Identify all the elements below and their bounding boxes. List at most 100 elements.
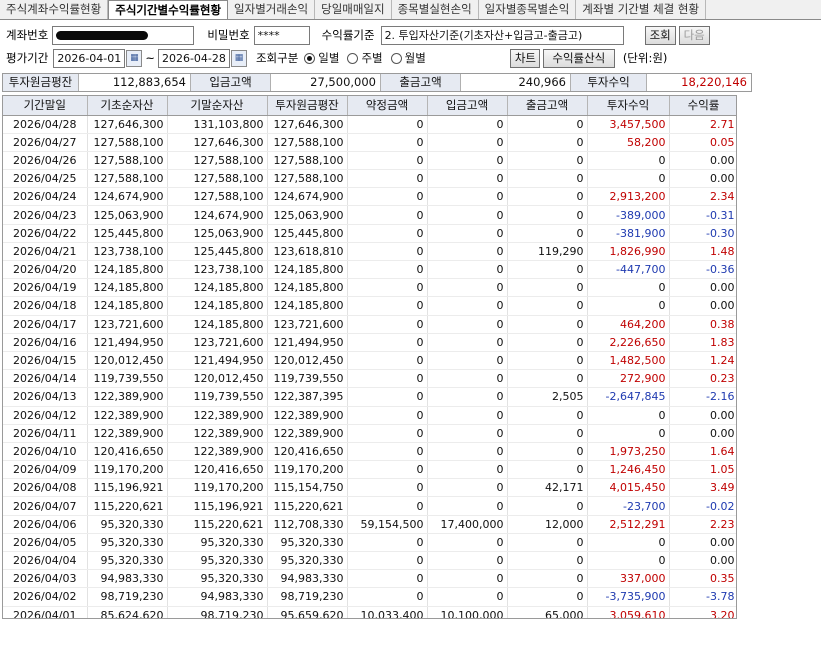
- table-cell: 119,739,550: [87, 369, 168, 389]
- table-cell: -381,900: [587, 224, 670, 243]
- table-cell: 0: [427, 569, 508, 589]
- table-cell: 0.00: [669, 424, 736, 443]
- next-button[interactable]: 다음: [678, 25, 710, 45]
- table-row[interactable]: 2026/04/09 119,170,200 120,416,650 119,170,…: [3, 460, 736, 480]
- column-header[interactable]: 입금고액: [427, 96, 508, 116]
- calendar-icon[interactable]: ▦: [230, 49, 247, 67]
- table-row[interactable]: 2026/04/12 122,389,900 122,389,900 122,389,…: [3, 406, 736, 425]
- table-row[interactable]: 2026/04/23 125,063,900 124,674,900 125,063,…: [3, 205, 736, 225]
- tab-1[interactable]: 주식기간별수익률현황: [108, 0, 229, 19]
- column-header[interactable]: 약정금액: [347, 96, 428, 116]
- table-cell: 2026/04/07: [3, 496, 88, 516]
- table-cell: 127,588,100: [167, 151, 268, 171]
- radio-monthly-label: 월별: [404, 51, 426, 65]
- table-cell: 0: [507, 187, 588, 207]
- table-cell: 2026/04/25: [3, 169, 88, 189]
- table-row[interactable]: 2026/04/27 127,588,100 127,646,300 127,588,…: [3, 133, 736, 152]
- table-cell: -2.16: [669, 387, 736, 407]
- table-row[interactable]: 2026/04/18 124,185,800 124,185,800 124,185,…: [3, 296, 736, 316]
- column-header[interactable]: 수익률: [669, 96, 736, 116]
- table-cell: 122,389,900: [267, 424, 348, 443]
- table-cell: 0: [507, 333, 588, 352]
- table-row[interactable]: 2026/04/05 95,320,330 95,320,330 95,320,330…: [3, 533, 736, 553]
- table-cell: 95,320,330: [267, 551, 348, 571]
- chart-button[interactable]: 차트: [509, 48, 540, 68]
- table-cell: 0: [347, 205, 428, 225]
- table-cell: 0: [507, 496, 588, 516]
- table-row[interactable]: 2026/04/13 122,389,900 119,739,550 122,387,…: [3, 387, 736, 407]
- table-cell: 0: [507, 406, 588, 425]
- table-cell: 0: [427, 205, 508, 225]
- table-cell: 120,012,450: [267, 351, 348, 371]
- table-cell: 2026/04/15: [3, 351, 88, 371]
- account-number-field[interactable]: [52, 25, 195, 45]
- table-cell: 121,494,950: [267, 333, 348, 352]
- table-cell: 2026/04/09: [3, 460, 88, 480]
- column-header[interactable]: 투자수익: [587, 96, 670, 116]
- table-row[interactable]: 2026/04/17 123,721,600 124,185,800 123,721,…: [3, 315, 736, 334]
- column-header[interactable]: 투자원금평잔: [267, 96, 348, 116]
- column-header[interactable]: 기초순자산: [87, 96, 168, 116]
- tab-3[interactable]: 당일매매일지: [315, 0, 392, 19]
- tab-5[interactable]: 일자별종목별손익: [479, 0, 577, 19]
- table-cell: 120,012,450: [87, 351, 168, 371]
- table-row[interactable]: 2026/04/11 122,389,900 122,389,900 122,389,…: [3, 424, 736, 443]
- table-cell: 3.49: [669, 478, 736, 498]
- basis-select[interactable]: 2. 투입자산기준(기초자산+입금고-출금고): [380, 25, 624, 45]
- table-cell: 122,389,900: [87, 406, 168, 425]
- radio-weekly[interactable]: 주별: [347, 50, 383, 66]
- table-row[interactable]: 2026/04/10 120,416,650 122,389,900 120,416,…: [3, 442, 736, 462]
- table-row[interactable]: 2026/04/14 119,739,550 120,012,450 119,739,…: [3, 369, 736, 389]
- table-row[interactable]: 2026/04/24 124,674,900 127,588,100 124,674,…: [3, 187, 736, 207]
- password-field[interactable]: ****: [253, 25, 310, 45]
- table-cell: -389,000: [587, 205, 670, 225]
- table-row[interactable]: 2026/04/01 85,624,620 98,719,230 95,659,620…: [3, 606, 736, 618]
- table-cell: 0: [427, 406, 508, 425]
- table-cell: 95,320,330: [87, 515, 168, 534]
- table-body: 2026/04/28 127,646,300 131,103,800 127,646,…: [3, 115, 736, 618]
- table-cell: -3,735,900: [587, 587, 670, 607]
- date-separator: ~: [145, 51, 155, 65]
- table-row[interactable]: 2026/04/15 120,012,450 121,494,950 120,012,…: [3, 351, 736, 371]
- table-cell: 0: [347, 260, 428, 280]
- calendar-icon[interactable]: ▦: [126, 49, 143, 67]
- table-cell: 0: [347, 224, 428, 243]
- table-cell: 0: [347, 296, 428, 316]
- column-header[interactable]: 출금고액: [507, 96, 588, 116]
- column-header[interactable]: 기간말일: [3, 96, 88, 116]
- date-from-field[interactable]: 2026-04-01: [53, 48, 126, 68]
- table-row[interactable]: 2026/04/03 94,983,330 95,320,330 94,983,330…: [3, 569, 736, 589]
- tab-2[interactable]: 일자별거래손익: [228, 0, 316, 19]
- tab-0[interactable]: 주식계좌수익률현황: [0, 0, 109, 19]
- table-row[interactable]: 2026/04/26 127,588,100 127,588,100 127,588,…: [3, 151, 736, 171]
- table-row[interactable]: 2026/04/22 125,445,800 125,063,900 125,445,…: [3, 224, 736, 243]
- table-cell: 10,033,400: [347, 606, 428, 618]
- radio-monthly[interactable]: 월별: [390, 50, 426, 66]
- query-button[interactable]: 조회: [644, 25, 676, 45]
- table-row[interactable]: 2026/04/19 124,185,800 124,185,800 124,185,…: [3, 278, 736, 298]
- radio-daily[interactable]: 일별: [304, 50, 339, 66]
- table-row[interactable]: 2026/04/16 121,494,950 123,721,600 121,494,…: [3, 333, 736, 352]
- table-row[interactable]: 2026/04/07 115,220,621 115,196,921 115,220,…: [3, 496, 736, 516]
- table-row[interactable]: 2026/04/25 127,588,100 127,588,100 127,588,…: [3, 169, 736, 189]
- column-header[interactable]: 기말순자산: [167, 96, 268, 116]
- returns-table-container[interactable]: 기간말일 기초순자산 기말순자산 투자원금평잔 약정금액 입금고액 출금고액 투자수익 수익률 …: [2, 95, 737, 619]
- table-cell: 123,721,600: [87, 315, 168, 334]
- tab-6[interactable]: 계좌별 기간별 체결 현황: [576, 0, 707, 19]
- table-row[interactable]: 2026/04/28 127,646,300 131,103,800 127,646,…: [3, 115, 736, 134]
- table-row[interactable]: 2026/04/21 123,738,100 125,445,800 123,618,…: [3, 242, 736, 262]
- table-row[interactable]: 2026/04/08 115,196,921 119,170,200 115,154,…: [3, 478, 736, 498]
- table-cell: 0: [347, 424, 428, 443]
- table-row[interactable]: 2026/04/02 98,719,230 94,983,330 98,719,230…: [3, 587, 736, 607]
- table-row[interactable]: 2026/04/06 95,320,330 115,220,621 112,708,3…: [3, 515, 736, 534]
- summary-bar: 투자원금평잔 112,883,654 입금고액 27,500,000 출금고액 …: [2, 73, 752, 92]
- tab-4[interactable]: 종목별실현손익: [392, 0, 479, 19]
- table-row[interactable]: 2026/04/20 124,185,800 123,738,100 124,185,…: [3, 260, 736, 280]
- table-row[interactable]: 2026/04/04 95,320,330 95,320,330 95,320,330…: [3, 551, 736, 571]
- table-cell: 127,588,100: [167, 187, 268, 207]
- table-cell: 0: [507, 315, 588, 334]
- formula-button[interactable]: 수익률산식: [542, 48, 615, 68]
- empty-side-area: [738, 95, 821, 645]
- table-cell: 119,290: [507, 242, 588, 262]
- date-to-field[interactable]: 2026-04-28: [157, 48, 230, 68]
